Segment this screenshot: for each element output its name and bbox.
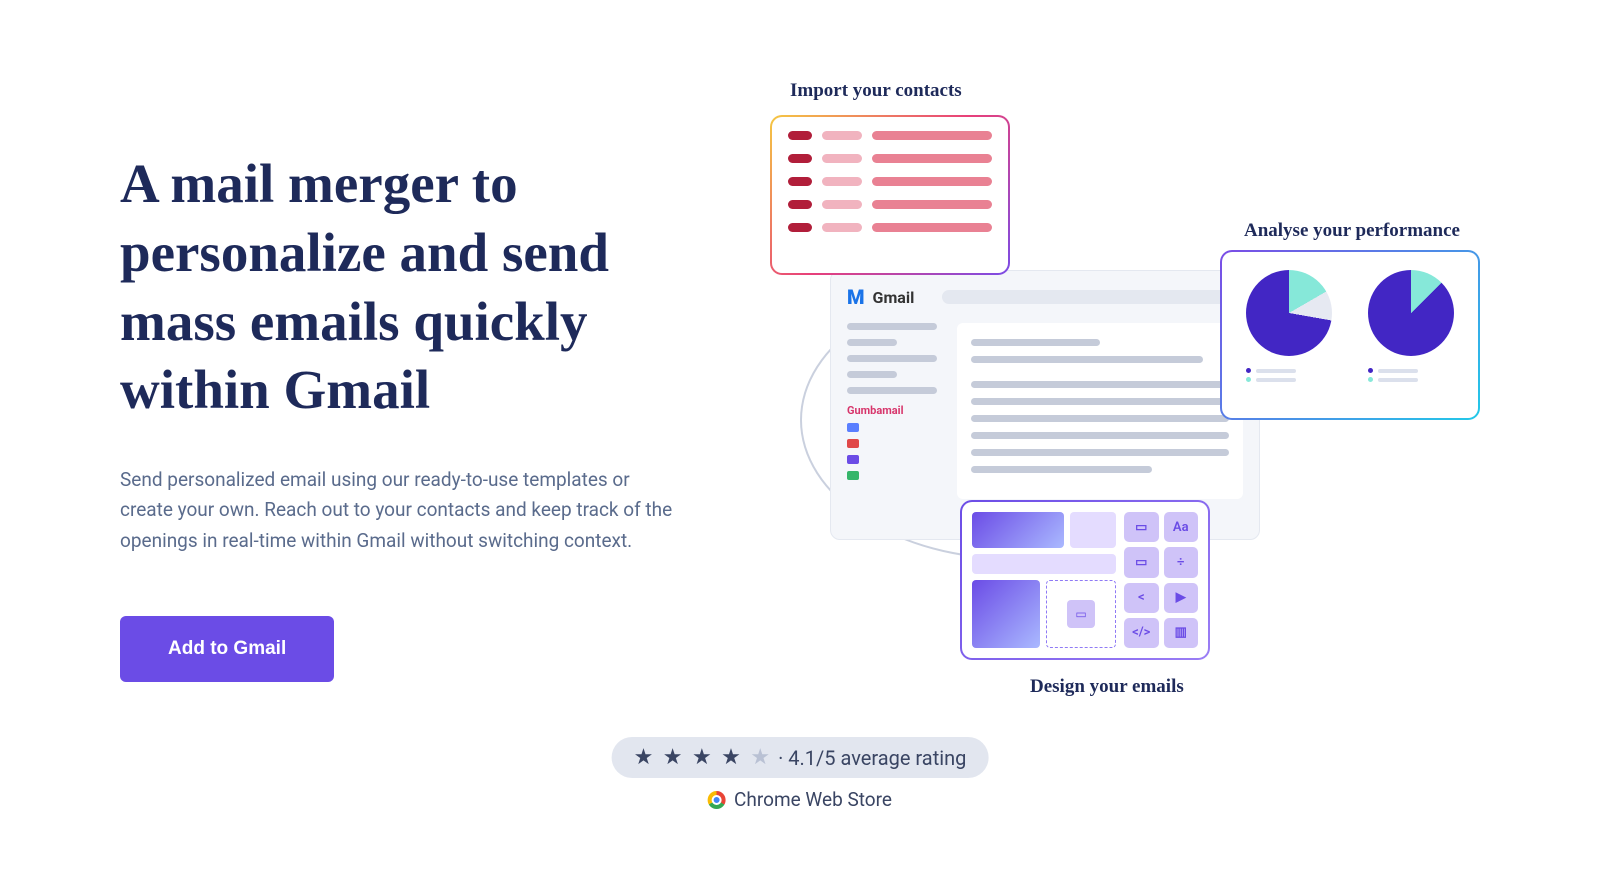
gmail-sidebar: Gumbamail	[847, 323, 937, 499]
star-rating-icon: ★ ★ ★ ★ ★	[634, 745, 772, 770]
rating-text: · 4.1/5 average rating	[778, 746, 966, 770]
analyse-performance-card	[1220, 250, 1480, 420]
store-line: Chrome Web Store	[612, 788, 989, 811]
gmail-label: Gmail	[873, 288, 915, 307]
video-tool-icon: ▶	[1164, 583, 1199, 613]
import-contacts-card	[770, 115, 1010, 275]
share-tool-icon: <	[1124, 583, 1159, 613]
gmail-search-placeholder-bar	[942, 290, 1243, 304]
hero-copy: A mail merger to personalize and send ma…	[120, 150, 720, 682]
analyse-performance-label: Analyse your performance	[1244, 220, 1460, 242]
hero-title: A mail merger to personalize and send ma…	[120, 150, 720, 425]
import-contacts-label: Import your contacts	[790, 80, 962, 102]
chrome-web-store-icon	[708, 791, 726, 809]
hero-section: A mail merger to personalize and send ma…	[0, 0, 1600, 682]
pie-chart-icon	[1246, 270, 1332, 356]
rating-section: ★ ★ ★ ★ ★ · 4.1/5 average rating Chrome …	[612, 737, 989, 811]
divider-tool-icon: ÷	[1164, 547, 1199, 577]
text-tool-icon: Aa	[1164, 512, 1199, 542]
design-emails-card: ▭ ▭ Aa ▭ ÷ < ▶ </> ▥	[960, 500, 1210, 660]
pie-chart-icon	[1368, 270, 1454, 356]
hero-illustration: M Gmail Gumbamail	[760, 110, 1480, 682]
gumbamail-label: Gumbamail	[847, 404, 937, 417]
image-tool-icon: ▭	[1124, 512, 1159, 542]
rating-pill: ★ ★ ★ ★ ★ · 4.1/5 average rating	[612, 737, 989, 778]
code-tool-icon: </>	[1124, 618, 1159, 648]
button-tool-icon: ▭	[1124, 547, 1159, 577]
add-to-gmail-button[interactable]: Add to Gmail	[120, 616, 334, 682]
drop-target-icon: ▭	[1046, 580, 1116, 648]
gmail-m-icon: M	[847, 285, 865, 309]
gmail-message-body	[957, 323, 1243, 499]
design-tool-palette: ▭ Aa ▭ ÷ < ▶ </> ▥	[1124, 512, 1198, 648]
hero-subtitle: Send personalized email using our ready-…	[120, 465, 680, 556]
design-emails-label: Design your emails	[1030, 676, 1184, 698]
store-label: Chrome Web Store	[734, 788, 892, 811]
columns-tool-icon: ▥	[1164, 618, 1199, 648]
